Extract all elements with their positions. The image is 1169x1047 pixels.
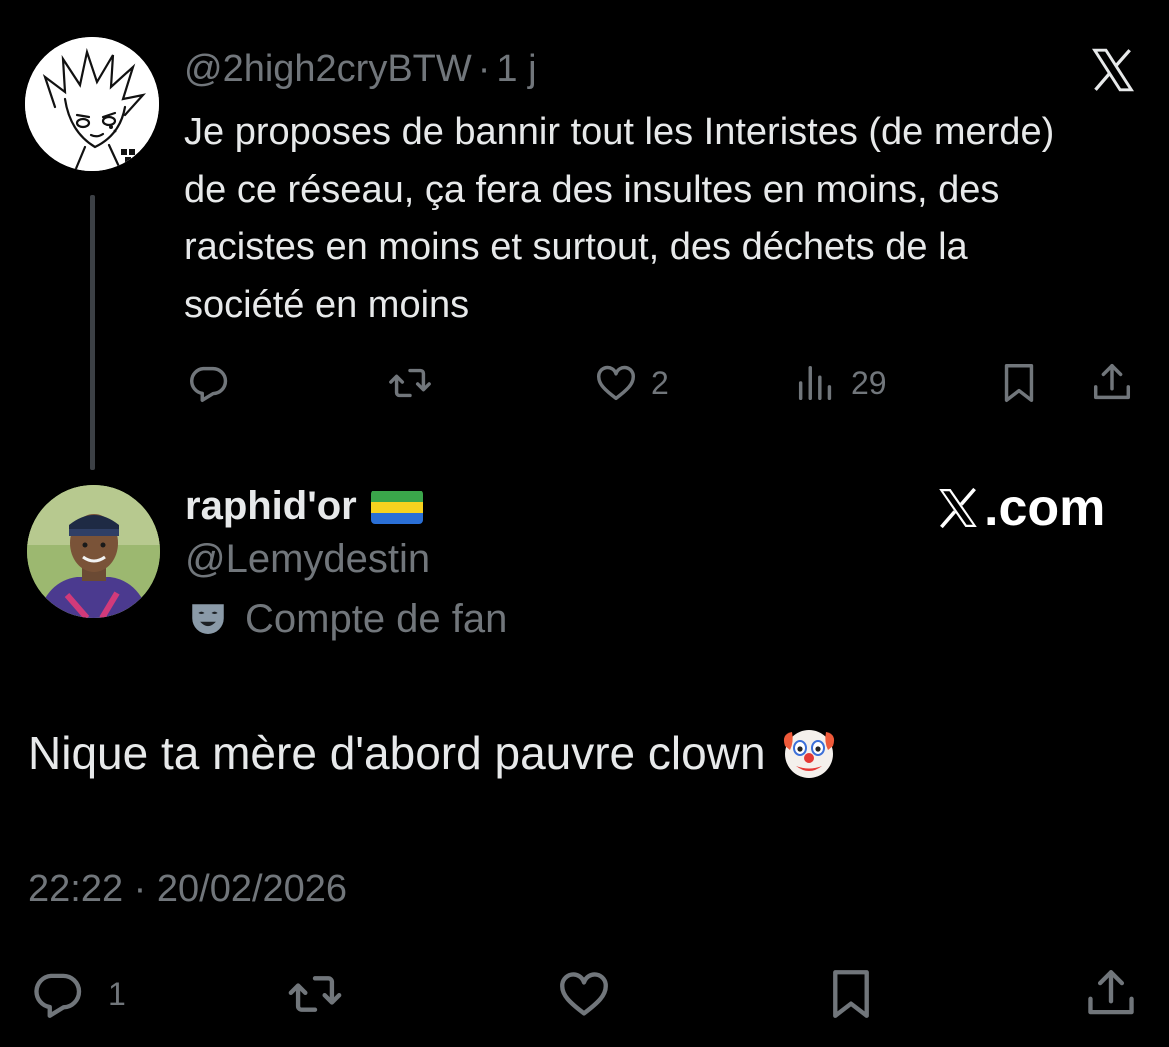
- tweet-timestamp[interactable]: 22:22 · 20/02/2026: [28, 868, 347, 911]
- parent-reply-button[interactable]: [185, 360, 231, 406]
- share-icon: [1093, 364, 1131, 400]
- bookmark-icon: [1004, 364, 1034, 402]
- main-retweet-button[interactable]: [286, 965, 344, 1023]
- main-bookmark-button[interactable]: [822, 965, 880, 1023]
- views-count: 29: [851, 364, 887, 401]
- x-logo-icon: [1088, 45, 1138, 95]
- parent-share-button[interactable]: [1089, 360, 1135, 406]
- main-tweet-text-row: Nique ta mère d'abord pauvre clown: [28, 724, 838, 782]
- x-com-watermark: .com: [934, 478, 1105, 538]
- theater-mask-icon: [192, 603, 224, 634]
- views-icon: [798, 365, 832, 401]
- clown-face-icon: [783, 730, 834, 778]
- share-icon: [1088, 970, 1134, 1015]
- anime-avatar-illustration: [25, 37, 159, 171]
- parent-views-button[interactable]: 29: [793, 360, 887, 406]
- main-author-avatar[interactable]: [27, 485, 160, 618]
- like-icon: [560, 972, 608, 1016]
- thread-connector-line: [90, 195, 95, 470]
- gabon-flag-icon: [370, 490, 423, 524]
- reply-icon: [190, 366, 228, 402]
- like-count: 2: [651, 364, 669, 401]
- parent-author-handle[interactable]: @2high2cryBTW · 1 j: [184, 48, 537, 91]
- parent-retweet-button[interactable]: [387, 360, 433, 406]
- badge-text: Compte de fan: [245, 597, 508, 641]
- parent-like-button[interactable]: 2: [593, 360, 669, 406]
- fan-account-badge: Compte de fan: [187, 597, 507, 642]
- main-author-name[interactable]: raphid'or: [185, 484, 423, 529]
- main-tweet-text: Nique ta mère d'abord pauvre clown: [28, 727, 766, 779]
- retweet-icon: [389, 368, 431, 398]
- reply-icon: [34, 973, 82, 1018]
- bookmark-icon: [833, 970, 869, 1018]
- tweet-age[interactable]: 1 j: [496, 48, 536, 90]
- profile-photo: [27, 485, 160, 618]
- watermark-text: .com: [984, 479, 1106, 537]
- parent-author-avatar[interactable]: [25, 37, 159, 171]
- main-author-handle[interactable]: @Lemydestin: [185, 537, 430, 582]
- reply-count: 1: [108, 975, 126, 1012]
- author-name-text[interactable]: raphid'or: [185, 484, 357, 529]
- main-reply-button[interactable]: 1: [28, 965, 126, 1023]
- parent-tweet-text: Je proposes de bannir tout les Interiste…: [184, 111, 1055, 326]
- separator-dot: ·: [477, 48, 491, 90]
- handle-text[interactable]: @2high2cryBTW: [184, 48, 472, 90]
- parent-bookmark-button[interactable]: [996, 360, 1042, 406]
- main-like-button[interactable]: [555, 965, 613, 1023]
- x-logo-icon: [939, 487, 977, 529]
- like-icon: [597, 365, 635, 401]
- retweet-icon: [288, 976, 342, 1012]
- main-share-button[interactable]: [1082, 965, 1140, 1023]
